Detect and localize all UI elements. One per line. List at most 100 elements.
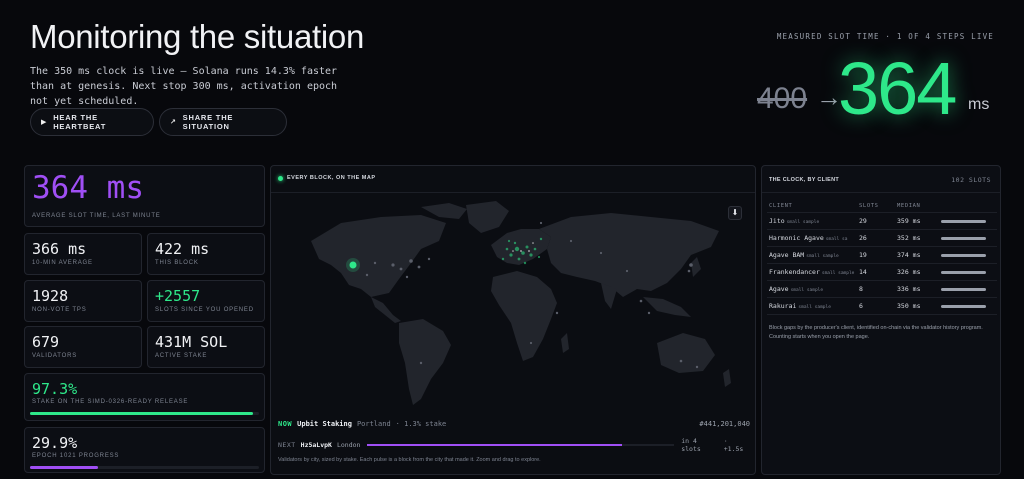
validators-card: 679 VALIDATORS	[24, 326, 142, 368]
client-note: small sample	[786, 220, 820, 225]
client-slot-count: 102 SLOTS	[951, 176, 991, 184]
client-table-header: CLIENT SLOTS MEDIAN	[767, 199, 997, 213]
next-row: NEXT Hz5aLvpK London in 4 slots · +1.5s	[278, 437, 750, 453]
client-median-bar	[941, 287, 986, 291]
page-title: Monitoring the situation	[30, 18, 364, 55]
client-panel: THE CLOCK, BY CLIENT 102 SLOTS CLIENT SL…	[761, 165, 1001, 475]
epoch-progress-bar-fill	[30, 466, 99, 469]
next-validator: Hz5aLvpK	[300, 441, 332, 449]
client-note: small sa	[825, 237, 848, 242]
client-name: Rakurai	[769, 302, 797, 310]
now-city: Portland	[356, 420, 391, 428]
this-block-card: 422 ms THIS BLOCK	[147, 233, 265, 275]
client-note: small sample	[821, 271, 855, 276]
client-name: Frankendancer	[769, 268, 820, 276]
ready-release-value: 97.3%	[32, 380, 78, 398]
client-median: 336 ms	[897, 285, 921, 293]
client-median: 374 ms	[897, 251, 921, 259]
slot-time-label: MEASURED SLOT TIME · 1 OF 4 STEPS LIVE	[776, 32, 994, 41]
share-situation-button[interactable]: ↗ SHARE THE SITUATION	[159, 108, 287, 136]
download-icon[interactable]: ⬇	[728, 206, 742, 220]
live-dot-icon	[278, 175, 283, 181]
col-client: CLIENT	[769, 202, 793, 209]
map-title: EVERY BLOCK, ON THE MAP	[287, 175, 376, 181]
client-slots: 14	[859, 268, 867, 276]
epoch-progress-bar	[30, 466, 259, 469]
client-name: Agave BAM	[769, 251, 805, 259]
epoch-progress-label: EPOCH 1021 PROGRESS	[32, 453, 120, 459]
ready-release-bar	[30, 412, 259, 415]
table-row: Jito small sample 29 359 ms	[767, 213, 997, 230]
tps-card: 1928 NON-VOTE TPS	[24, 280, 142, 322]
play-icon: ▶	[41, 119, 48, 126]
active-stake-value: 431M SOL	[155, 333, 228, 351]
client-note: small sample	[806, 254, 839, 259]
slots-since-label: SLOTS SINCE YOU OPENED	[155, 307, 254, 313]
client-note-text: Block gaps by the producer's client, ide…	[769, 325, 983, 340]
active-stake-label: ACTIVE STAKE	[155, 353, 208, 359]
client-table: CLIENT SLOTS MEDIAN Jito small sample 29 …	[767, 199, 997, 315]
now-slot: #441,201,040	[699, 420, 750, 428]
client-note: small sample	[790, 288, 824, 293]
this-block-value: 422 ms	[155, 240, 210, 258]
next-progress-bar	[367, 444, 675, 446]
next-delta: · +1.5s	[723, 437, 744, 453]
next-tag: NEXT	[278, 441, 296, 449]
client-median-bar	[941, 219, 986, 223]
client-slots: 19	[859, 251, 867, 259]
col-slots: SLOTS	[859, 202, 879, 209]
average-slot-label: AVERAGE SLOT TIME, LAST MINUTE	[32, 213, 161, 219]
client-median: 326 ms	[897, 268, 921, 276]
pulse-portland-core	[349, 261, 357, 269]
slots-since-card: +2557 SLOTS SINCE YOU OPENED	[147, 280, 265, 322]
col-median: MEDIAN	[897, 202, 921, 209]
now-tag: NOW	[278, 420, 293, 428]
hear-heartbeat-button[interactable]: ▶ HEAR THE HEARTBEAT	[30, 108, 154, 136]
slots-since-value: +2557	[155, 287, 201, 305]
map-footer: Validators by city, sized by stake. Each…	[278, 457, 541, 463]
client-name: Jito	[769, 217, 785, 225]
client-median-bar	[941, 304, 986, 308]
tps-label: NON-VOTE TPS	[32, 307, 87, 313]
client-name: Harmonic Agave	[769, 234, 824, 242]
map-header: EVERY BLOCK, ON THE MAP	[278, 175, 376, 181]
table-row: Agave BAM small sample 19 374 ms	[767, 247, 997, 264]
client-name: Agave	[769, 285, 789, 293]
epoch-progress-value: 29.9%	[32, 434, 78, 452]
slot-time-unit: ms	[968, 96, 990, 113]
client-median: 352 ms	[897, 234, 921, 242]
table-row: Rakurai small sample 6 350 ms	[767, 298, 997, 315]
client-slots: 6	[859, 302, 863, 310]
client-slots: 26	[859, 234, 867, 242]
client-slots: 29	[859, 217, 867, 225]
validators-label: VALIDATORS	[32, 353, 78, 359]
slot-time-current: 364	[838, 47, 957, 130]
epoch-progress-card: 29.9% EPOCH 1021 PROGRESS	[24, 427, 265, 473]
world-map[interactable]	[271, 193, 756, 415]
arrow-up-right-icon: ↗	[170, 119, 177, 126]
average-slot-value: 364 ms	[32, 170, 144, 206]
this-block-label: THIS BLOCK	[155, 260, 199, 266]
min10-card: 366 ms 10-MIN AVERAGE	[24, 233, 142, 275]
min10-label: 10-MIN AVERAGE	[32, 260, 93, 266]
validators-value: 679	[32, 333, 60, 351]
ready-release-bar-fill	[30, 412, 253, 415]
next-progress-fill	[367, 444, 623, 446]
client-median-bar	[941, 253, 986, 257]
client-slots: 8	[859, 285, 863, 293]
now-validator: Upbit Staking	[297, 420, 352, 428]
page-subtitle: The 350 ms clock is live — Solana runs 1…	[30, 66, 338, 107]
map-panel: EVERY BLOCK, ON THE MAP ⬇ NOW Upbit Stak…	[270, 165, 756, 475]
table-row: Agave small sample 8 336 ms	[767, 281, 997, 298]
min10-value: 366 ms	[32, 240, 87, 258]
tps-value: 1928	[32, 287, 69, 305]
table-row: Harmonic Agave small sa 26 352 ms	[767, 230, 997, 247]
client-median-bar	[941, 236, 986, 240]
ready-release-card: 97.3% STAKE ON THE SIMD-0326-READY RELEA…	[24, 373, 265, 421]
client-median: 350 ms	[897, 302, 921, 310]
now-row: NOW Upbit Staking Portland · 1.3% stake …	[278, 420, 750, 428]
average-slot-card: 364 ms AVERAGE SLOT TIME, LAST MINUTE	[24, 165, 265, 227]
client-median-bar	[941, 270, 986, 274]
now-stake: · 1.3% stake	[395, 420, 447, 428]
share-situation-label: SHARE THE SITUATION	[182, 113, 234, 131]
